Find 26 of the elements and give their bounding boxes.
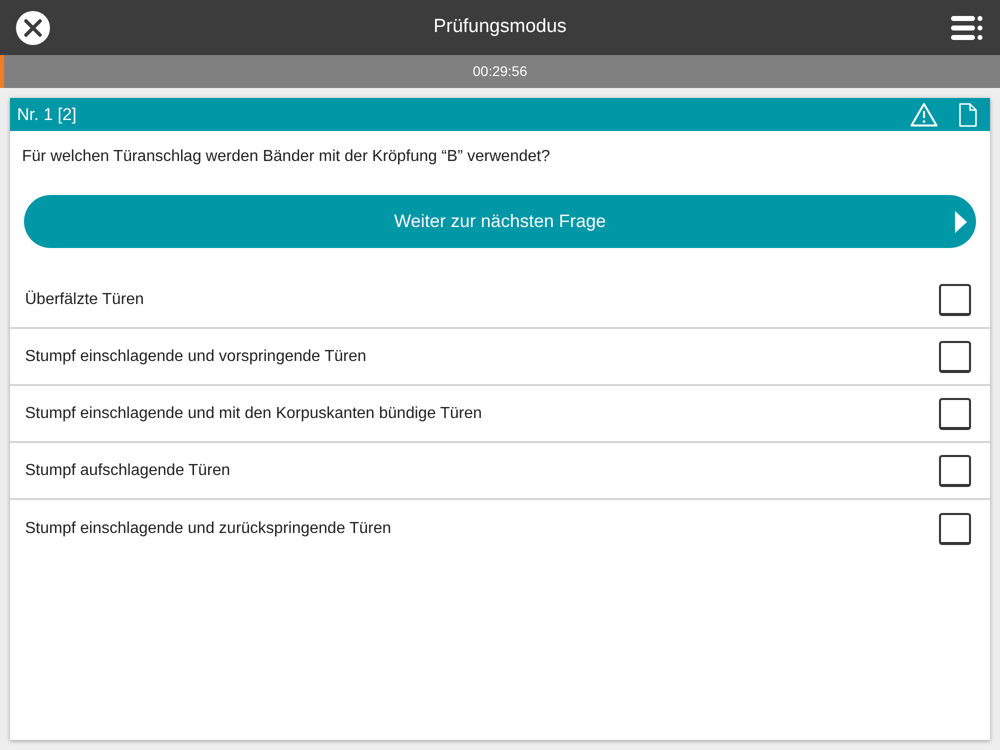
question-number: Nr. 1 [2] <box>17 104 77 126</box>
question-text: Für welchen Türanschlag werden Bänder mit der Kröpfung “B” verwendet? <box>21 147 551 167</box>
play-icon <box>954 210 968 234</box>
next-question-button[interactable]: Weiter zur nächsten Frage <box>24 195 976 248</box>
menu-icon <box>950 14 983 40</box>
answer-checkbox[interactable] <box>939 398 971 430</box>
answer-checkbox[interactable] <box>939 512 971 544</box>
answer-row[interactable]: Stumpf einschlagende und zurückspringende Türen <box>10 500 990 557</box>
warning-icon[interactable] <box>910 102 938 127</box>
document-icon[interactable] <box>958 102 978 126</box>
answer-row[interactable]: Stumpf aufschlagende Türen <box>10 443 990 500</box>
answer-text: Stumpf aufschlagende Türen <box>25 460 230 480</box>
answer-row[interactable]: Stumpf einschlagende und vorspringende Türen <box>10 329 990 386</box>
answer-text: Stumpf einschlagende und zurückspringende Türen <box>25 518 392 538</box>
answer-text: Stumpf einschlagende und mit den Korpuskanten bündige Türen <box>25 404 482 424</box>
answer-checkbox[interactable] <box>939 454 971 486</box>
answer-text: Überfälzte Türen <box>25 290 144 310</box>
close-button[interactable] <box>16 10 50 44</box>
answer-checkbox[interactable] <box>939 284 971 316</box>
answer-checkbox[interactable] <box>939 340 971 372</box>
answer-row[interactable]: Überfälzte Türen <box>10 272 990 329</box>
close-icon <box>24 18 42 36</box>
answer-text: Stumpf einschlagende und vorspringende Türen <box>25 346 366 366</box>
answer-row[interactable]: Stumpf einschlagende und mit den Korpuskanten bündige Türen <box>10 386 990 443</box>
timer-text: 00:29:56 <box>472 62 528 81</box>
window-title: Prüfungsmodus <box>433 15 567 40</box>
